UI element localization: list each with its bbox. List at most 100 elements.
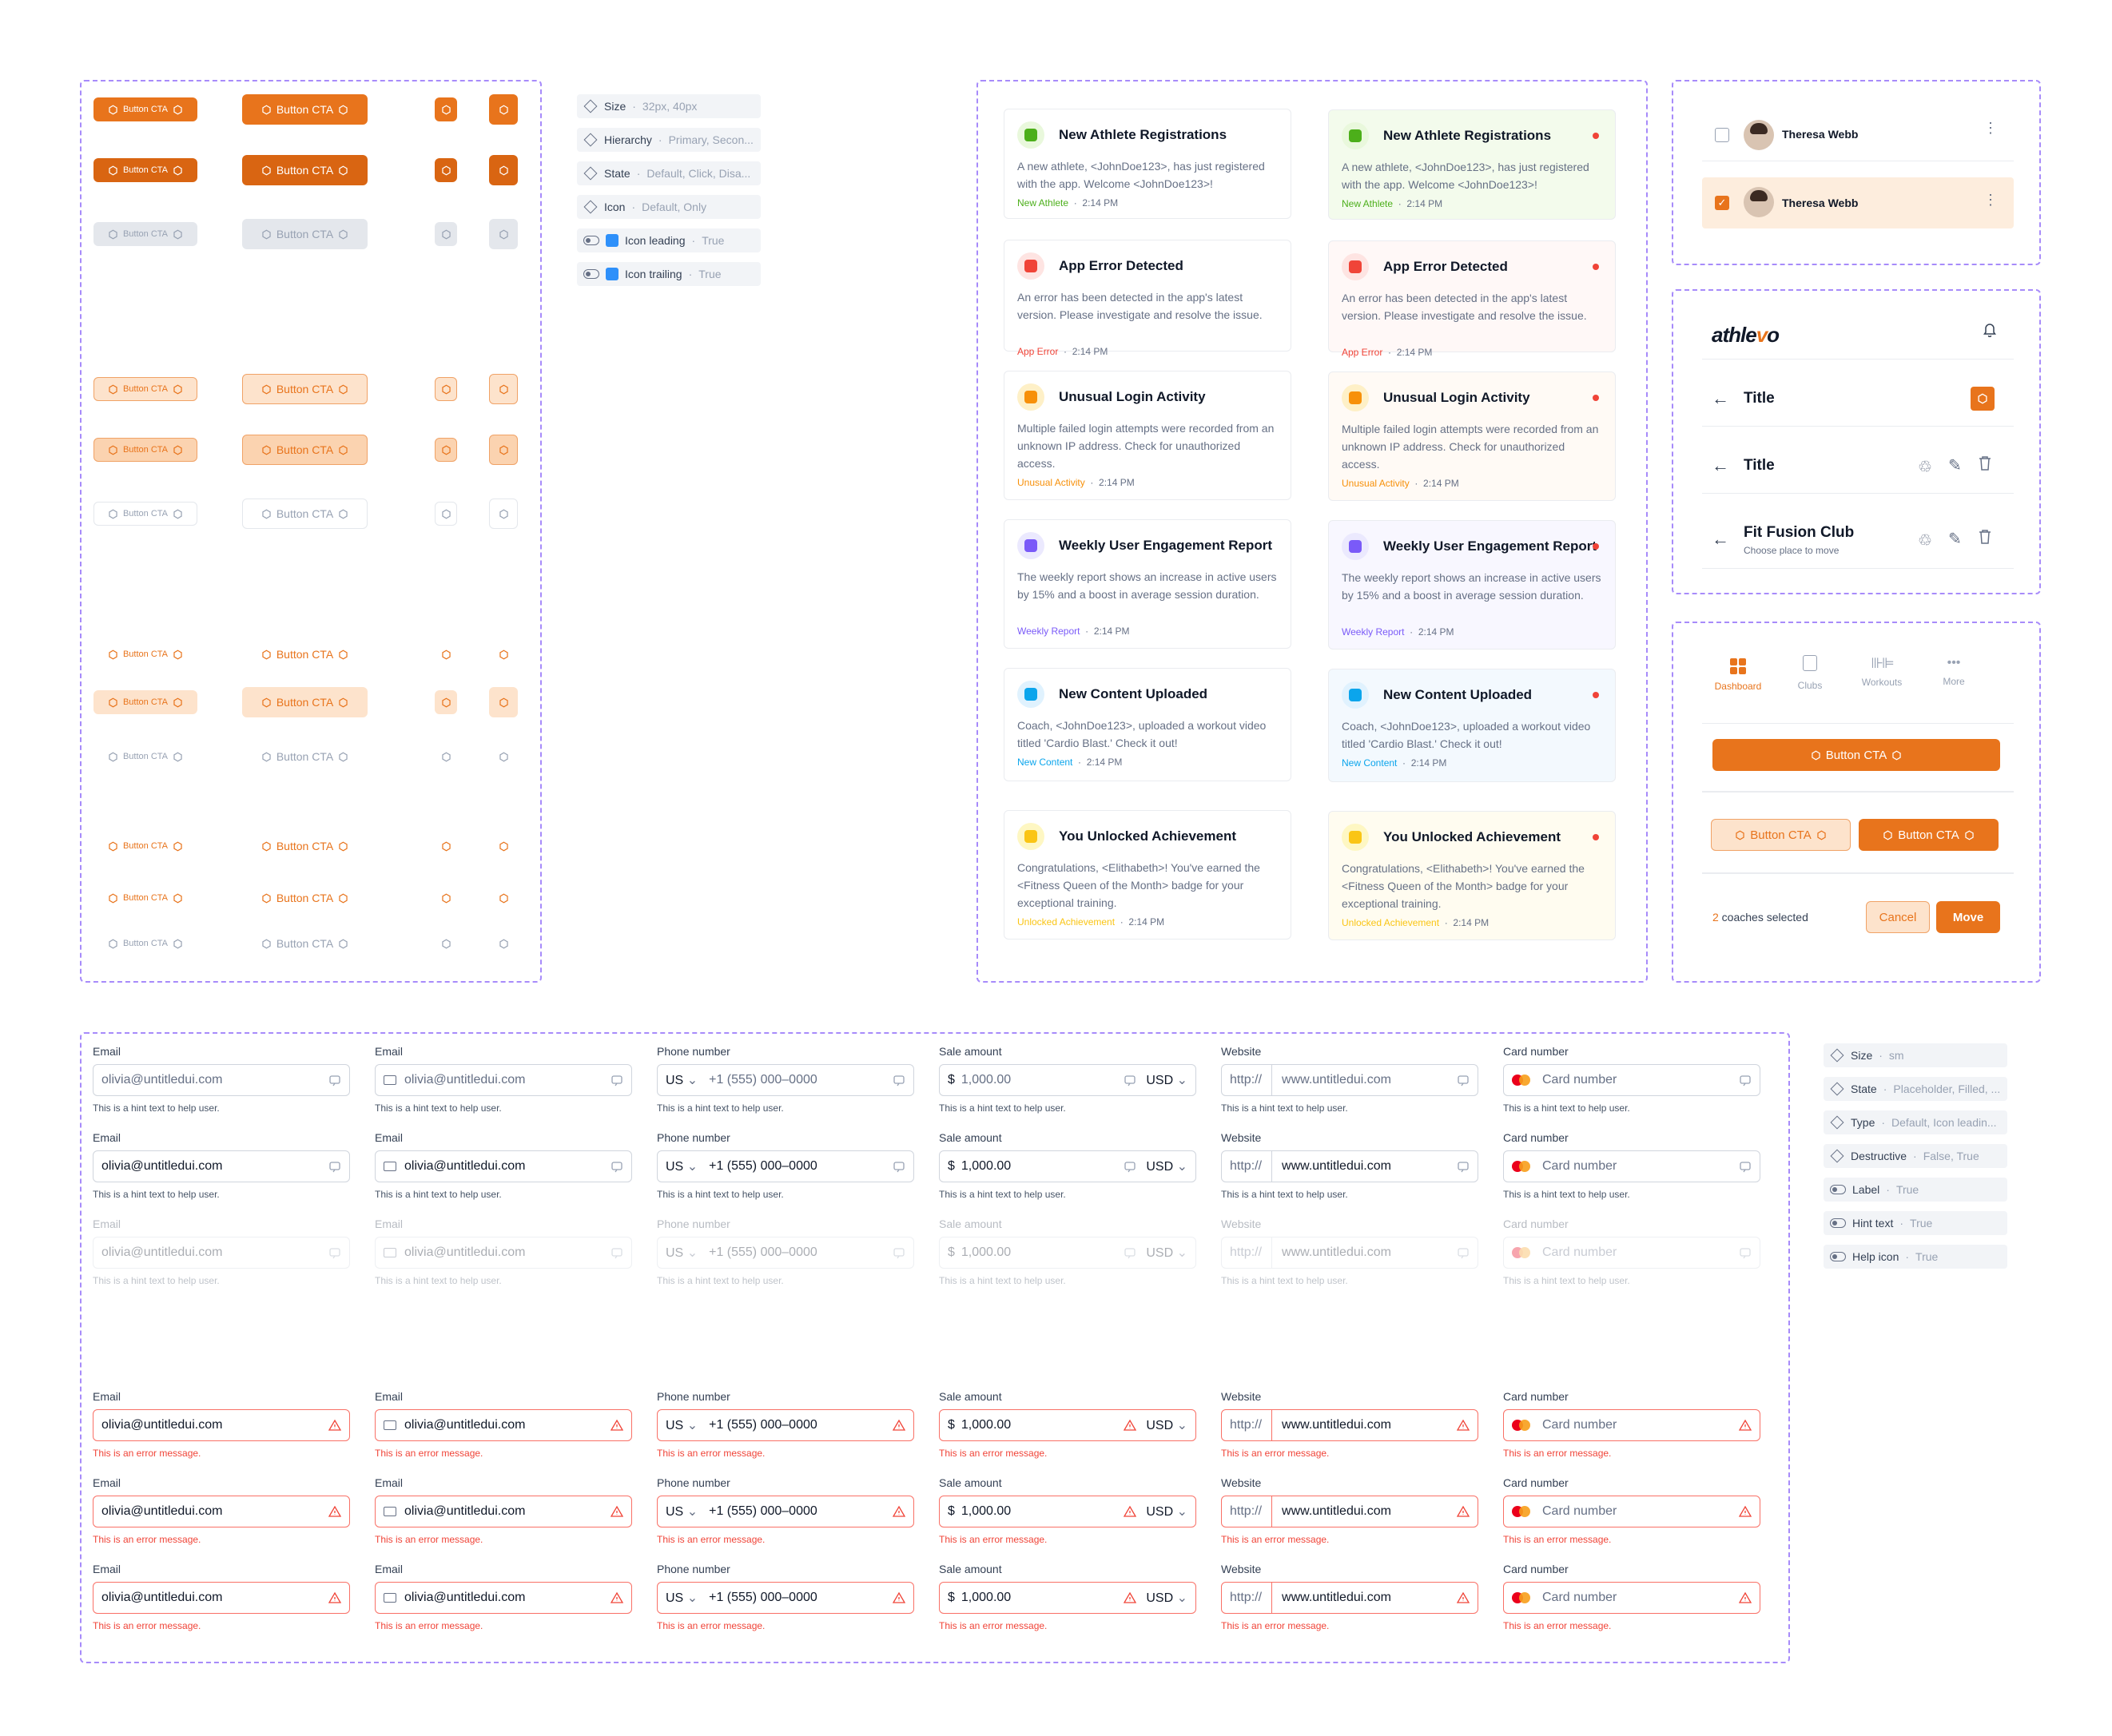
- notification-tag[interactable]: New Athlete: [1342, 198, 1393, 209]
- help-icon[interactable]: [1124, 1074, 1136, 1086]
- prop-icon[interactable]: Icon · Default, Only: [577, 195, 761, 219]
- notification-card[interactable]: You Unlocked Achievement Congratulations,…: [1004, 810, 1291, 940]
- emailIcon-input[interactable]: olivia@untitledui.com: [375, 1582, 632, 1614]
- notification-tag[interactable]: App Error: [1017, 346, 1058, 357]
- notification-tag[interactable]: New Content: [1342, 757, 1397, 769]
- primary-cta-button[interactable]: Button CTA: [1859, 819, 1999, 851]
- web-input[interactable]: http:// www.untitledui.com: [1221, 1582, 1478, 1614]
- recycle-icon[interactable]: ♲: [1918, 530, 1932, 550]
- web-input[interactable]: http:// www.untitledui.com: [1221, 1064, 1478, 1096]
- icon-button-md[interactable]: [489, 94, 518, 125]
- help-icon[interactable]: [1739, 1160, 1752, 1173]
- arrow-left-icon[interactable]: ←: [1712, 455, 1729, 476]
- currency-select[interactable]: USD ⌄: [1146, 1504, 1187, 1519]
- sale-input[interactable]: $1,000.00 USD ⌄: [939, 1237, 1196, 1269]
- cta-button-md[interactable]: Button CTA: [242, 94, 368, 125]
- icon-button-md[interactable]: [489, 499, 518, 529]
- icon-button-md[interactable]: [489, 374, 518, 404]
- card-input[interactable]: Card number: [1503, 1150, 1760, 1182]
- notification-tag[interactable]: New Content: [1017, 757, 1072, 768]
- notification-tag[interactable]: Weekly Report: [1017, 626, 1080, 637]
- prop-icon-leading[interactable]: Icon leading · True: [577, 228, 761, 252]
- full-width-cta-button[interactable]: Button CTA: [1712, 739, 2000, 771]
- cta-button-sm[interactable]: Button CTA: [93, 502, 197, 526]
- icon-button-md[interactable]: [489, 639, 518, 669]
- icon-button-sm[interactable]: [435, 886, 457, 910]
- help-icon[interactable]: [611, 1246, 623, 1259]
- country-select[interactable]: US ⌄: [666, 1417, 698, 1433]
- edit-icon[interactable]: ✎: [1948, 529, 1962, 549]
- icon-button-sm[interactable]: [435, 97, 457, 121]
- help-icon[interactable]: [1457, 1246, 1470, 1259]
- currency-select[interactable]: USD ⌄: [1146, 1417, 1187, 1433]
- icon-button-sm[interactable]: [435, 377, 457, 401]
- help-icon[interactable]: [1739, 1246, 1752, 1259]
- prop-size[interactable]: Size · 32px, 40px: [577, 94, 761, 118]
- cta-button-sm[interactable]: Button CTA: [93, 886, 197, 910]
- help-icon[interactable]: [328, 1074, 341, 1086]
- recycle-icon[interactable]: ♲: [1918, 457, 1932, 477]
- checkbox[interactable]: [1715, 128, 1729, 142]
- edit-icon[interactable]: ✎: [1948, 455, 1962, 475]
- icon-button-md[interactable]: [489, 741, 518, 772]
- cta-button-md[interactable]: Button CTA: [242, 687, 368, 717]
- notification-tag[interactable]: Unusual Activity: [1017, 477, 1085, 488]
- sale-input[interactable]: $1,000.00 USD ⌄: [939, 1150, 1196, 1182]
- help-icon[interactable]: [611, 1074, 623, 1086]
- icon-button-md[interactable]: [489, 435, 518, 465]
- emailIcon-input[interactable]: olivia@untitledui.com: [375, 1409, 632, 1441]
- email-input[interactable]: olivia@untitledui.com: [93, 1582, 350, 1614]
- arrow-left-icon[interactable]: ←: [1712, 388, 1729, 409]
- notification-card[interactable]: Unusual Login Activity Multiple failed lo…: [1004, 371, 1291, 500]
- prop-type[interactable]: Type · Default, Icon leadin...: [1824, 1110, 2007, 1134]
- phone-input[interactable]: US ⌄ +1 (555) 000–0000: [657, 1496, 914, 1527]
- help-icon[interactable]: [1457, 1074, 1470, 1086]
- tab-workouts[interactable]: ⊪⊫ Workouts: [1854, 655, 1910, 688]
- country-select[interactable]: US ⌄: [666, 1158, 698, 1174]
- user-row-selected[interactable]: ✓ Theresa Webb ⋮: [1702, 177, 2014, 228]
- trash-icon[interactable]: [1979, 529, 1991, 545]
- icon-button-sm[interactable]: [435, 222, 457, 246]
- card-input[interactable]: Card number: [1503, 1409, 1760, 1441]
- sale-input[interactable]: $1,000.00 USD ⌄: [939, 1064, 1196, 1096]
- card-input[interactable]: Card number: [1503, 1237, 1760, 1269]
- cta-button-sm[interactable]: Button CTA: [93, 438, 197, 462]
- cta-button-sm[interactable]: Button CTA: [93, 745, 197, 769]
- notification-card-unread[interactable]: Unusual Login Activity Multiple failed lo…: [1328, 371, 1616, 501]
- notification-tag[interactable]: Weekly Report: [1342, 626, 1404, 638]
- cta-button-md[interactable]: Button CTA: [242, 883, 368, 913]
- icon-button-sm[interactable]: [435, 642, 457, 666]
- phone-input[interactable]: US ⌄ +1 (555) 000–0000: [657, 1064, 914, 1096]
- currency-select[interactable]: USD ⌄: [1146, 1245, 1187, 1261]
- tab-clubs[interactable]: Clubs: [1782, 655, 1838, 691]
- sale-input[interactable]: $1,000.00 USD ⌄: [939, 1582, 1196, 1614]
- icon-button-md[interactable]: [489, 831, 518, 861]
- country-select[interactable]: US ⌄: [666, 1245, 698, 1261]
- icon-button-sm[interactable]: [435, 834, 457, 858]
- prop-label[interactable]: Label · True: [1824, 1178, 2007, 1202]
- tab-more[interactable]: ••• More: [1926, 655, 1982, 687]
- help-icon[interactable]: [893, 1074, 905, 1086]
- cta-button-md[interactable]: Button CTA: [242, 219, 368, 249]
- prop-state[interactable]: State · Placeholder, Filled, ...: [1824, 1077, 2007, 1101]
- sale-input[interactable]: $1,000.00 USD ⌄: [939, 1409, 1196, 1441]
- icon-button-md[interactable]: [489, 219, 518, 249]
- icon-button-md[interactable]: [489, 883, 518, 913]
- help-icon[interactable]: [893, 1246, 905, 1259]
- prop-help-icon[interactable]: Help icon · True: [1824, 1245, 2007, 1269]
- icon-button-sm[interactable]: [435, 502, 457, 526]
- currency-select[interactable]: USD ⌄: [1146, 1072, 1187, 1088]
- help-icon[interactable]: [328, 1246, 341, 1259]
- help-icon[interactable]: [1124, 1160, 1136, 1173]
- icon-button-md[interactable]: [489, 928, 518, 959]
- notification-tag[interactable]: Unlocked Achievement: [1342, 917, 1439, 928]
- notification-card[interactable]: New Content Uploaded Coach, <JohnDoe123>,…: [1004, 668, 1291, 781]
- cta-button-md[interactable]: Button CTA: [242, 831, 368, 861]
- notification-card-unread[interactable]: App Error Detected An error has been dete…: [1328, 240, 1616, 358]
- help-icon[interactable]: [1739, 1074, 1752, 1086]
- notification-tag[interactable]: Unusual Activity: [1342, 478, 1410, 489]
- arrow-left-icon[interactable]: ←: [1712, 529, 1729, 550]
- more-vertical-icon[interactable]: ⋮: [1983, 121, 1998, 135]
- cta-button-sm[interactable]: Button CTA: [93, 377, 197, 401]
- emailIcon-input[interactable]: olivia@untitledui.com: [375, 1496, 632, 1527]
